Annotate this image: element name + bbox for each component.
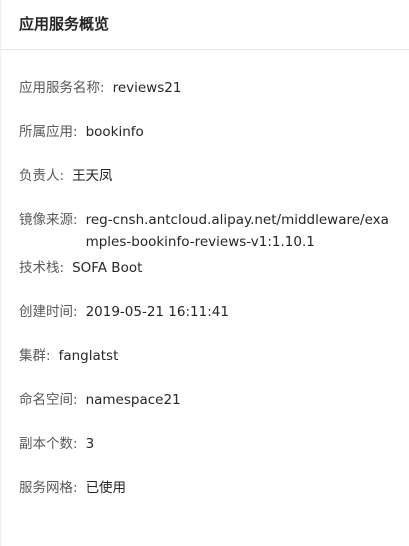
field-value-service-mesh: 已使用 [85,480,127,496]
field-value-service-name: reviews21 [112,80,182,96]
field-row-application: 所属应用: bookinfo [19,121,409,143]
field-row-owner: 负责人: 王天凤 [19,165,409,187]
field-row-namespace: 命名空间: namespace21 [19,389,409,411]
field-label: 创建时间: [19,304,78,320]
field-value-cluster: fanglatst [58,348,119,364]
field-label: 所属应用: [19,124,78,140]
field-row-image-source: 镜像来源: reg-cnsh.antcloud.alipay.net/middl… [19,209,409,253]
field-label: 镜像来源: [19,212,78,228]
field-label: 命名空间: [19,392,78,408]
field-label: 集群: [19,348,51,364]
field-row-tech-stack: 技术栈: SOFA Boot [19,257,409,279]
field-value-owner: 王天凤 [72,168,113,184]
field-label: 负责人: [19,168,65,184]
field-value-application: bookinfo [85,124,144,140]
field-row-service-name: 应用服务名称: reviews21 [19,77,409,99]
field-value-created-time: 2019-05-21 16:11:41 [85,304,229,320]
panel-body: 应用服务名称: reviews21 所属应用: bookinfo 负责人: 王天… [1,50,409,499]
field-label: 服务网格: [19,480,78,496]
panel-header: 应用服务概览 [1,0,409,50]
field-row-created-time: 创建时间: 2019-05-21 16:11:41 [19,301,409,323]
app-service-overview-panel: 应用服务概览 应用服务名称: reviews21 所属应用: bookinfo … [0,0,409,546]
field-value-image-source: reg-cnsh.antcloud.alipay.net/middleware/… [85,212,389,250]
field-value-replica-count: 3 [85,436,95,452]
field-value-namespace: namespace21 [85,392,181,408]
panel-title: 应用服务概览 [19,15,110,33]
field-label: 副本个数: [19,436,78,452]
field-row-replica-count: 副本个数: 3 [19,433,409,455]
field-label: 技术栈: [19,260,65,276]
field-row-cluster: 集群: fanglatst [19,345,409,367]
field-label: 应用服务名称: [19,80,105,96]
field-value-tech-stack: SOFA Boot [72,260,143,276]
field-row-service-mesh: 服务网格: 已使用 [19,477,409,499]
